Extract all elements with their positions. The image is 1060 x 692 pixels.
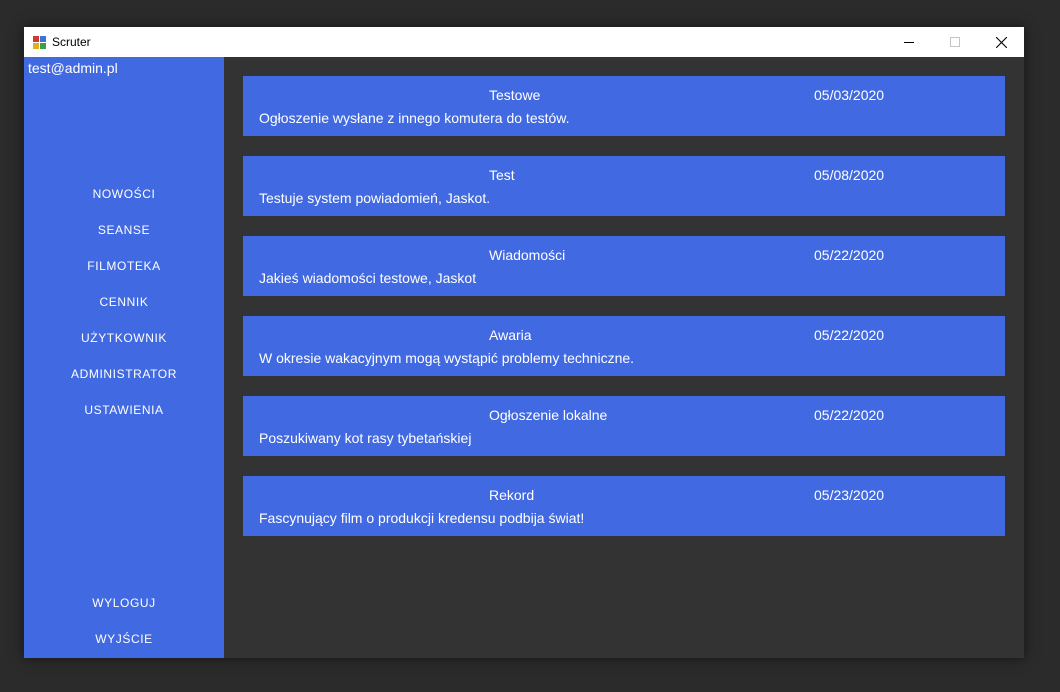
- notice-card[interactable]: Testowe 05/03/2020 Ogłoszenie wysłane z …: [243, 76, 1005, 136]
- notice-title: Testowe: [489, 87, 541, 103]
- notice-card[interactable]: Rekord 05/23/2020 Fascynujący film o pro…: [243, 476, 1005, 536]
- notice-card[interactable]: Wiadomości 05/22/2020 Jakieś wiadomości …: [243, 236, 1005, 296]
- logout-button[interactable]: WYLOGUJ: [24, 585, 224, 621]
- main-menu: NOWOŚCI SEANSE FILMOTEKA CENNIK UŻYTKOWN…: [24, 176, 224, 428]
- menu-item-ustawienia[interactable]: USTAWIENIA: [24, 392, 224, 428]
- title-bar[interactable]: Scruter: [24, 27, 1024, 57]
- app-icon: [33, 35, 46, 49]
- menu-item-nowosci[interactable]: NOWOŚCI: [24, 176, 224, 212]
- notice-body: Testuje system powiadomień, Jaskot.: [259, 190, 491, 206]
- notice-date: 05/22/2020: [814, 247, 885, 263]
- minimize-button[interactable]: [886, 27, 932, 57]
- menu-item-cennik[interactable]: CENNIK: [24, 284, 224, 320]
- notice-date: 05/22/2020: [814, 327, 885, 343]
- notice-title: Rekord: [489, 487, 535, 503]
- exit-button[interactable]: WYJŚCIE: [24, 621, 224, 657]
- menu-item-uzytkownik[interactable]: UŻYTKOWNIK: [24, 320, 224, 356]
- notice-title: Ogłoszenie lokalne: [489, 407, 608, 423]
- notice-body: W okresie wakacyjnym mogą wystąpić probl…: [259, 350, 635, 366]
- close-icon: [995, 36, 1007, 48]
- window-controls: [886, 27, 1024, 57]
- notice-title: Wiadomości: [489, 247, 566, 263]
- window-title: Scruter: [52, 35, 91, 49]
- notices-panel: Testowe 05/03/2020 Ogłoszenie wysłane z …: [224, 57, 1024, 658]
- menu-item-filmoteka[interactable]: FILMOTEKA: [24, 248, 224, 284]
- notice-title: Awaria: [489, 327, 532, 343]
- app-window: Scruter test@admin.pl NOWOŚCI SEANSE FIL…: [24, 27, 1024, 658]
- sidebar: test@admin.pl NOWOŚCI SEANSE FILMOTEKA C…: [24, 57, 224, 658]
- menu-item-administrator[interactable]: ADMINISTRATOR: [24, 356, 224, 392]
- notice-card[interactable]: Awaria 05/22/2020 W okresie wakacyjnym m…: [243, 316, 1005, 376]
- notice-body: Fascynujący film o produkcji kredensu po…: [259, 510, 585, 526]
- close-button[interactable]: [978, 27, 1024, 57]
- notice-date: 05/03/2020: [814, 87, 885, 103]
- notice-body: Jakieś wiadomości testowe, Jaskot: [259, 270, 477, 286]
- notice-title: Test: [489, 167, 515, 183]
- notice-body: Poszukiwany kot rasy tybetańskiej: [259, 430, 472, 446]
- notice-date: 05/23/2020: [814, 487, 885, 503]
- menu-item-seanse[interactable]: SEANSE: [24, 212, 224, 248]
- notice-card[interactable]: Test 05/08/2020 Testuje system powiadomi…: [243, 156, 1005, 216]
- notice-date: 05/08/2020: [814, 167, 885, 183]
- notice-body: Ogłoszenie wysłane z innego komutera do …: [259, 110, 570, 126]
- maximize-icon: [950, 37, 960, 47]
- user-email: test@admin.pl: [28, 60, 118, 76]
- notice-card[interactable]: Ogłoszenie lokalne 05/22/2020 Poszukiwan…: [243, 396, 1005, 456]
- minimize-icon: [904, 42, 914, 43]
- bottom-menu: WYLOGUJ WYJŚCIE: [24, 585, 224, 657]
- maximize-button[interactable]: [932, 27, 978, 57]
- notice-date: 05/22/2020: [814, 407, 885, 423]
